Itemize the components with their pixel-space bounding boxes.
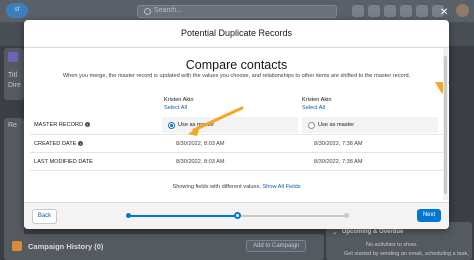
record-highlights-card: Titl Dire xyxy=(4,48,24,100)
fields-note-text: Showing fields with different values. xyxy=(172,184,261,190)
modal-title: Potential Duplicate Records xyxy=(180,28,293,38)
add-icon[interactable] xyxy=(368,5,380,17)
fields-note: Showing fields with different values. Sh… xyxy=(24,184,449,190)
created-date-value-2[interactable]: 8/30/2022, 7:38 AM xyxy=(314,141,363,147)
created-date-value-1[interactable]: 8/30/2022, 8:03 AM xyxy=(176,141,225,147)
chevron-down-icon[interactable]: ⌄ xyxy=(332,228,338,236)
master-option-2[interactable]: Use as master xyxy=(302,117,438,133)
last-modified-value-1[interactable]: 8/30/2022, 8:03 AM xyxy=(176,159,225,165)
info-icon[interactable]: i xyxy=(78,141,84,147)
help-icon[interactable] xyxy=(400,5,412,17)
scroll-thumb[interactable] xyxy=(444,56,447,194)
salesforce-logo-icon[interactable]: sf xyxy=(6,3,28,18)
show-all-fields-link[interactable]: Show All Fields xyxy=(263,184,301,190)
record-2-name: Kristen Akin xyxy=(302,97,332,103)
master-record-label: MASTER RECORD i xyxy=(34,122,91,128)
direct-partial: Dire xyxy=(8,82,21,89)
campaign-history-title[interactable]: Campaign History (0) xyxy=(28,242,103,251)
merge-modal: Potential Duplicate Records Compare cont… xyxy=(24,20,449,229)
progress-step-2[interactable] xyxy=(233,212,241,219)
merge-description: When you merge, the master record is upd… xyxy=(62,73,411,79)
no-activities-text: No activities to show. xyxy=(366,242,418,248)
last-modified-label: LAST MODIFIED DATE xyxy=(34,159,93,165)
close-icon[interactable]: ✕ xyxy=(440,8,448,18)
title-partial: Titl xyxy=(8,72,18,79)
modal-header: Potential Duplicate Records xyxy=(24,20,449,48)
progress-step-3[interactable] xyxy=(343,213,349,218)
progress-step-1[interactable] xyxy=(125,213,131,218)
waffle-icon[interactable] xyxy=(384,5,396,17)
favorites-icon[interactable] xyxy=(352,5,364,17)
back-button[interactable]: Back xyxy=(32,209,57,224)
campaign-icon xyxy=(12,241,22,251)
global-search-input[interactable]: Search... xyxy=(137,5,337,18)
progress-fill xyxy=(128,215,237,217)
created-date-label: CREATED DATE i xyxy=(34,141,84,147)
upcoming-overdue-header[interactable]: Upcoming & Overdue xyxy=(342,229,403,235)
record-1-name: Kristen Akin xyxy=(164,97,194,103)
campaign-history-card: Campaign History (0) Add to Campaign xyxy=(4,234,324,260)
related-list-card: Re xyxy=(4,118,24,238)
user-avatar[interactable] xyxy=(456,4,469,17)
modal-scrollbar[interactable] xyxy=(443,48,448,200)
settings-icon[interactable] xyxy=(416,5,428,17)
last-modified-row: LAST MODIFIED DATE 8/30/2022, 8:03 AM 8/… xyxy=(30,153,443,171)
info-icon[interactable]: i xyxy=(85,122,91,128)
contact-icon xyxy=(8,52,18,62)
related-tab-partial[interactable]: Re xyxy=(8,122,17,129)
modal-footer: Back Next xyxy=(24,202,449,229)
app-header: sf Search... xyxy=(0,0,474,22)
created-date-label-text: CREATED DATE xyxy=(34,141,77,147)
get-started-text: Get started by sending an email, schedul… xyxy=(344,251,469,257)
master-option-2-label: Use as master xyxy=(318,122,355,128)
annotation-arrow-icon xyxy=(188,106,244,136)
add-to-campaign-button[interactable]: Add to Campaign xyxy=(246,240,307,252)
master-radio-2[interactable] xyxy=(308,122,315,129)
next-button[interactable]: Next xyxy=(417,209,441,222)
master-record-label-text: MASTER RECORD xyxy=(34,122,84,128)
master-radio-1[interactable] xyxy=(168,122,175,129)
compare-heading: Compare contacts xyxy=(185,58,288,72)
search-placeholder: Search... xyxy=(154,7,183,14)
record-2-select-all-link[interactable]: Select All xyxy=(302,105,325,111)
search-icon xyxy=(144,8,151,15)
last-modified-value-2[interactable]: 8/30/2022, 7:38 AM xyxy=(314,159,363,165)
